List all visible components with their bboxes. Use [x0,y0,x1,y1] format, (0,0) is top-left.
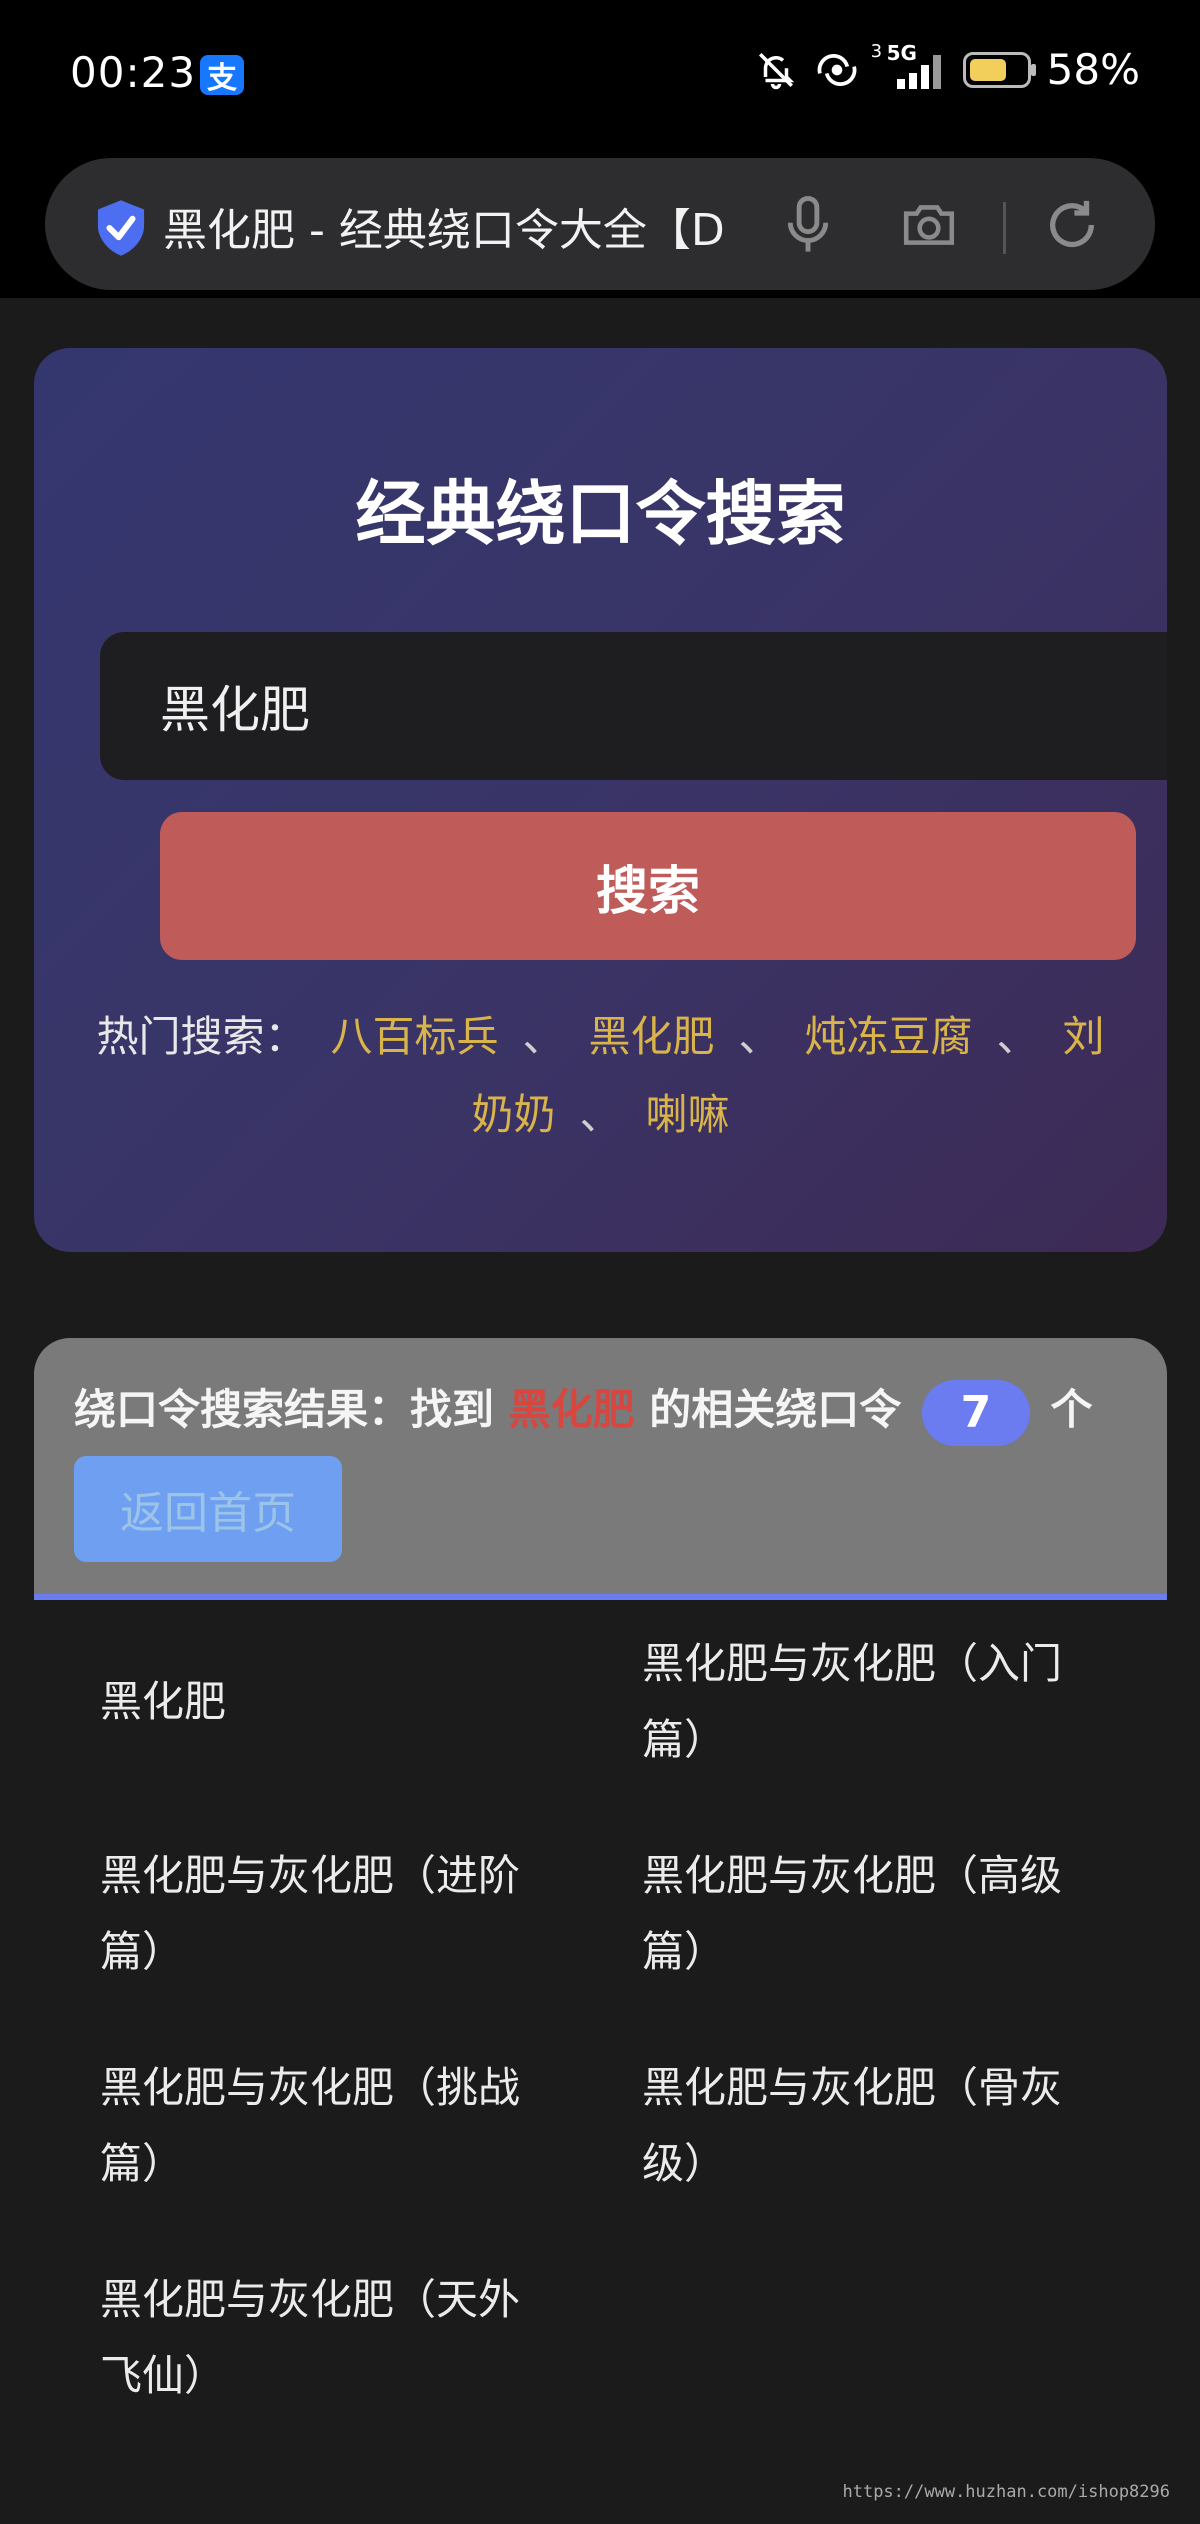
mute-bell-icon [755,49,797,91]
hot-separator: 、 [522,1012,565,1061]
mic-icon[interactable] [785,194,831,260]
result-item[interactable]: 黑化肥与灰化肥（高级篇） [642,1838,1082,1990]
results-suffix: 个 [1050,1385,1093,1434]
results-header: 绕口令搜索结果：找到 黑化肥 的相关绕口令 7 个 返回首页 [34,1338,1167,1600]
status-time: 00:23 [70,48,197,97]
address-bar[interactable]: 黑化肥 - 经典绕口令大全【D [45,158,1155,290]
result-item[interactable]: 黑化肥 [100,1664,540,1740]
results-middle: 的相关绕口令 [649,1385,902,1434]
hot-keyword[interactable]: 八百标兵 [330,1012,498,1061]
hot-keyword[interactable]: 炖冻豆腐 [805,1012,973,1061]
result-item[interactable]: 黑化肥与灰化肥（进阶篇） [100,1838,540,1990]
hot-search-label: 热门搜索： [96,1012,307,1061]
results-list: 黑化肥 黑化肥与灰化肥（入门篇） 黑化肥与灰化肥（进阶篇） 黑化肥与灰化肥（高级… [34,1600,1167,2524]
signal-icon: 3 5G [871,41,947,91]
results-count-badge: 7 [921,1379,1030,1446]
hot-separator: 、 [579,1090,622,1139]
hero-title: 经典绕口令搜索 [355,473,846,555]
search-card: 经典绕口令搜索 搜索 热门搜索：八百标兵、黑化肥、炖冻豆腐、刘奶奶、喇嘛 [34,348,1167,1252]
hotspot-icon [813,49,861,91]
browser-toolbar: 黑化肥 - 经典绕口令大全【D [0,150,1200,298]
watermark: https://www.huzhan.com/ishop8296 [842,2482,1170,2502]
result-item[interactable]: 黑化肥与灰化肥（挑战篇） [100,2050,540,2202]
alipay-icon: 支 [200,55,244,96]
results-panel: 绕口令搜索结果：找到 黑化肥 的相关绕口令 7 个 返回首页 黑化肥 黑化肥与灰… [34,1338,1167,2524]
result-item[interactable]: 黑化肥与灰化肥（骨灰级） [642,2050,1082,2202]
hot-separator: 、 [996,1012,1039,1061]
toolbar-separator [1003,202,1006,254]
hot-separator: 、 [738,1012,781,1061]
hot-keyword[interactable]: 黑化肥 [588,1012,714,1061]
search-button[interactable]: 搜索 [160,812,1136,960]
results-term: 黑化肥 [508,1385,635,1434]
system-icons: 3 5G 58% [755,41,1140,94]
reload-icon[interactable] [1043,196,1101,258]
result-item[interactable]: 黑化肥与灰化肥（入门篇） [642,1626,1082,1778]
shield-check-icon [93,198,149,262]
result-item[interactable]: 黑化肥与灰化肥（天外飞仙） [100,2262,540,2414]
battery-icon [962,51,1036,88]
results-summary: 绕口令搜索结果：找到 黑化肥 的相关绕口令 7 个 [74,1376,1093,1446]
battery-percent: 58% [1046,45,1140,94]
hot-searches: 热门搜索： 八百标兵、黑化肥、炖冻豆腐、刘奶奶、喇嘛 [94,998,1107,1154]
page-title[interactable]: 黑化肥 - 经典绕口令大全【D [163,194,783,250]
hot-keyword[interactable]: 喇嘛 [646,1090,730,1139]
search-input[interactable] [100,632,1167,780]
camera-icon[interactable] [900,198,958,254]
back-home-button[interactable]: 返回首页 [74,1456,342,1562]
status-bar: 00:23 支 3 5G 58% [0,0,1200,150]
results-prefix: 绕口令搜索结果：找到 [74,1385,495,1434]
